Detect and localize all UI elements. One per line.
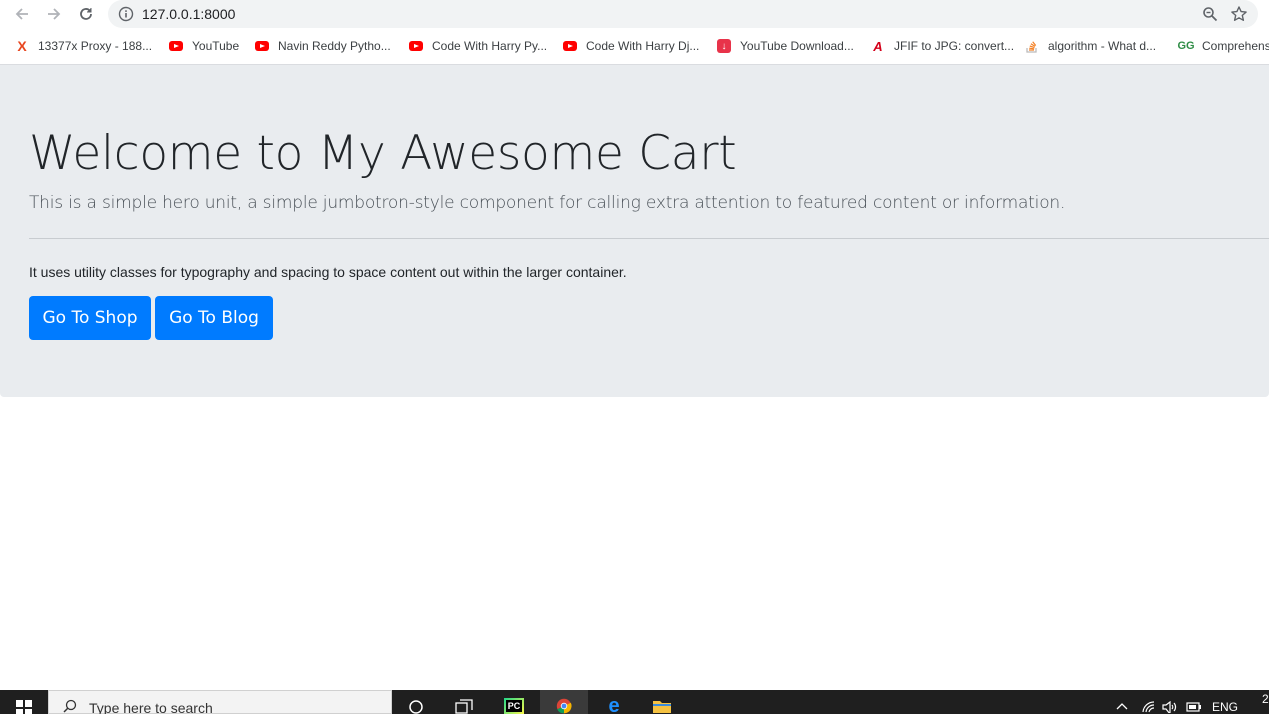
battery-icon[interactable]: [1186, 702, 1202, 712]
bookmark-youtube[interactable]: YouTube: [168, 37, 239, 55]
x-icon: X: [17, 38, 27, 54]
bookmark-label: YouTube: [192, 39, 240, 53]
youtube-icon: [168, 38, 184, 54]
divider: [29, 238, 1269, 239]
cortana-icon: [409, 700, 423, 714]
cortana-button[interactable]: [392, 690, 440, 714]
bookmark-navin-reddy[interactable]: Navin Reddy Pytho...: [254, 37, 391, 55]
clock[interactable]: 2: [1262, 692, 1269, 706]
browser-toolbar: 127.0.0.1:8000: [0, 0, 1269, 28]
bookmark-comprehensive[interactable]: GG Comprehens: [1177, 37, 1269, 55]
search-placeholder[interactable]: Type here to search: [89, 700, 213, 714]
bookmark-label: algorithm - What d...: [1048, 39, 1157, 53]
bookmark-label: Comprehens: [1202, 39, 1269, 53]
download-icon: ↓: [716, 38, 732, 54]
bookmark-algorithm[interactable]: algorithm - What d...: [1024, 37, 1156, 55]
taskbar-search[interactable]: Type here to search: [48, 690, 392, 714]
reload-icon: [80, 8, 92, 20]
chrome-icon: [556, 698, 572, 714]
back-button[interactable]: [12, 4, 32, 24]
arrow-left-icon: [15, 8, 28, 20]
forward-button[interactable]: [44, 4, 64, 24]
youtube-icon: [562, 38, 578, 54]
bookmark-label: Navin Reddy Pytho...: [278, 39, 391, 53]
bookmark-label: YouTube Download...: [740, 39, 854, 53]
go-to-shop-button[interactable]: Go To Shop: [29, 296, 151, 340]
chevron-up-icon[interactable]: [1116, 701, 1128, 711]
adobe-icon: A: [873, 38, 883, 54]
taskbar: Type here to search PC e ENG 2: [0, 690, 1269, 714]
bookmark-label: JFIF to JPG: convert...: [894, 39, 1015, 53]
jumbotron: [0, 65, 1269, 397]
reload-button[interactable]: [76, 4, 96, 24]
chrome-button[interactable]: [540, 690, 588, 714]
geeksforgeeks-icon: GG: [1177, 40, 1195, 52]
page-title: Welcome to My Awesome Cart: [29, 126, 737, 181]
body-text: It uses utility classes for typography a…: [29, 264, 627, 280]
start-button[interactable]: [0, 690, 48, 714]
address-bar[interactable]: 127.0.0.1:8000: [108, 0, 1258, 28]
lead-text: This is a simple hero unit, a simple jum…: [29, 193, 1066, 213]
bookmark-label: Code With Harry Dj...: [586, 39, 700, 53]
search-icon: [63, 699, 77, 713]
info-icon[interactable]: [118, 6, 134, 22]
bookmark-code-with-harry-py[interactable]: Code With Harry Py...: [408, 37, 547, 55]
edge-icon: e: [608, 695, 620, 714]
bookmark-jfif-to-jpg[interactable]: A JFIF to JPG: convert...: [870, 37, 1014, 55]
pycharm-button[interactable]: PC: [490, 690, 538, 714]
task-view-button[interactable]: [440, 690, 488, 714]
folder-icon: [653, 701, 671, 713]
task-view-icon: [455, 699, 473, 714]
url-text[interactable]: 127.0.0.1:8000: [142, 6, 235, 22]
bookmark-13377x[interactable]: X 13377x Proxy - 188...: [14, 37, 152, 55]
bookmark-code-with-harry-dj[interactable]: Code With Harry Dj...: [562, 37, 699, 55]
youtube-icon: [254, 38, 270, 54]
bookmark-label: Code With Harry Py...: [432, 39, 548, 53]
volume-icon[interactable]: [1162, 701, 1178, 713]
edge-button[interactable]: e: [590, 690, 638, 714]
youtube-icon: [408, 38, 424, 54]
go-to-blog-button[interactable]: Go To Blog: [155, 296, 273, 340]
bookmarks-bar: X 13377x Proxy - 188... YouTube Navin Re…: [0, 32, 1269, 60]
bookmark-youtube-downloader[interactable]: ↓ YouTube Download...: [716, 37, 854, 55]
language-indicator[interactable]: ENG: [1212, 700, 1238, 714]
star-icon[interactable]: [1230, 5, 1248, 23]
bookmark-label: 13377x Proxy - 188...: [38, 39, 153, 53]
file-explorer-button[interactable]: [638, 690, 686, 714]
wifi-icon[interactable]: [1141, 701, 1155, 713]
stackoverflow-icon: [1024, 38, 1040, 54]
pycharm-icon: PC: [504, 698, 524, 714]
windows-icon: [16, 700, 32, 714]
zoom-icon[interactable]: [1202, 6, 1218, 22]
arrow-right-icon: [48, 8, 61, 20]
